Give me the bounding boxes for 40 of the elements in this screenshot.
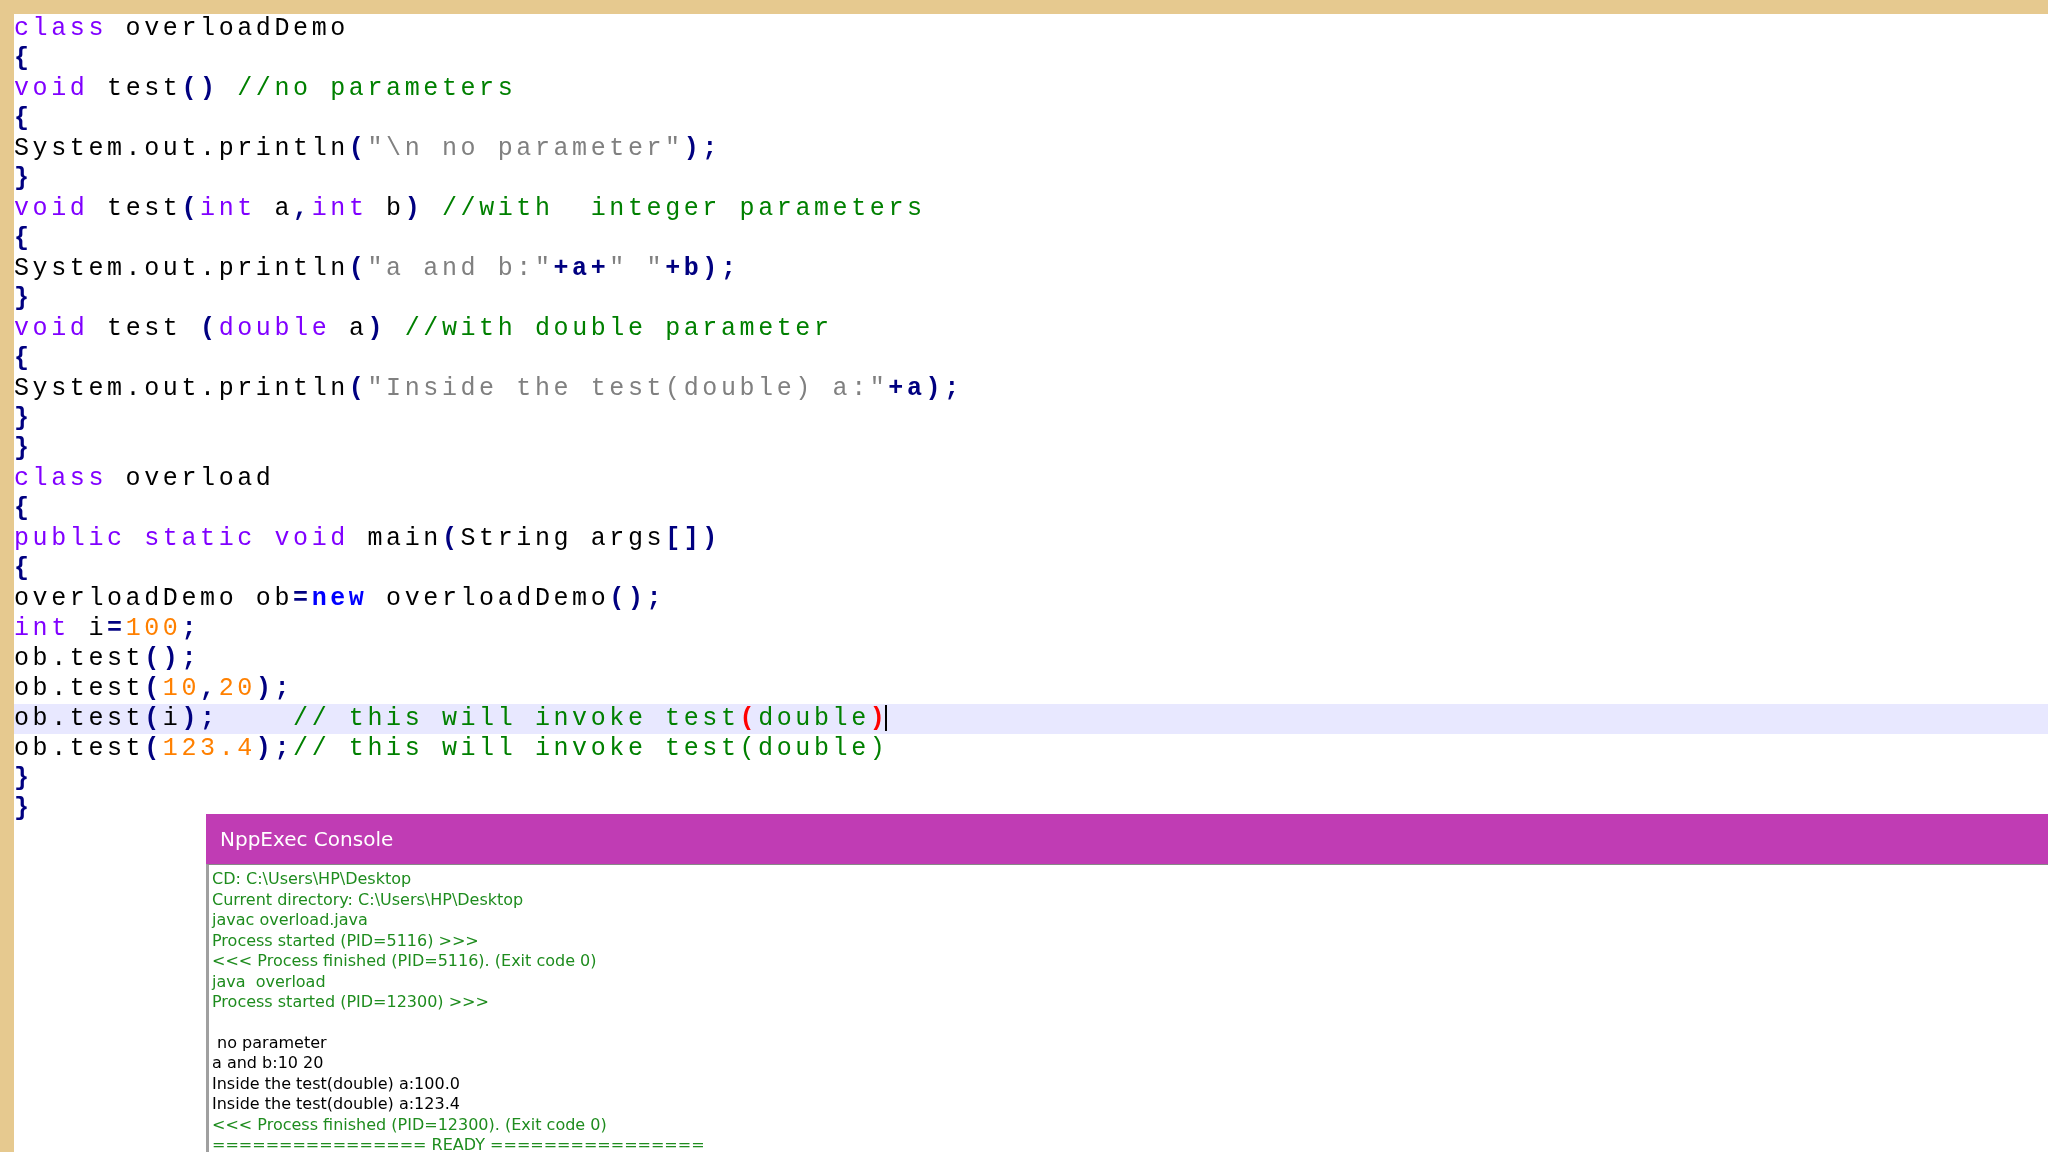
console-line: java overload (212, 971, 327, 992)
code-line: System.out.println("a and b:"+a+" "+b); (14, 254, 741, 284)
code-line: } (14, 764, 34, 794)
code-line: } (14, 284, 34, 314)
code-line: ob.test(123.4);// this will invoke test(double) (14, 734, 890, 764)
code-line: System.out.println("\n no parameter"); (14, 134, 722, 164)
code-line: void test (double a) //with double parameter (14, 314, 834, 344)
code-line: ob.test(10,20); (14, 674, 295, 704)
console-line: Current directory: C:\Users\HP\Desktop (212, 889, 525, 910)
code-line: { (14, 104, 34, 134)
console-line: no parameter (216, 1031, 328, 1053)
code-line: } (14, 794, 34, 824)
code-line: class overloadDemo (14, 14, 350, 44)
code-line: void test() //no parameters (14, 74, 518, 104)
code-line: { (14, 44, 34, 74)
console-line: CD: C:\Users\HP\Desktop (212, 869, 413, 890)
console-line: Process started (PID=12300) >>> (212, 992, 490, 1013)
code-line: { (14, 224, 34, 254)
code-line: int i=100; (14, 614, 202, 644)
code-line: ob.test(); (14, 644, 202, 674)
code-line: } (14, 404, 34, 434)
console-line: javac overload.java (212, 910, 369, 931)
code-line: { (14, 344, 34, 374)
code-line: public static void main(String args[]) (14, 524, 722, 554)
console-title: NppExec Console (220, 827, 394, 851)
console-line: a and b:10 20 (212, 1053, 325, 1074)
console-line: Process started (PID=5116) >>> (212, 930, 480, 951)
code-line: } (14, 164, 34, 194)
console-line: Inside the test(double) a:100.0 (212, 1073, 461, 1094)
code-line: } (14, 434, 34, 464)
code-line: class overload (14, 464, 276, 494)
code-line: { (14, 554, 34, 584)
console-line: ================ READY ================ (212, 1135, 706, 1152)
code-line: overloadDemo ob=new overloadDemo(); (14, 584, 667, 614)
code-line: { (14, 494, 34, 524)
console-line: <<< Process finished (PID=5116). (Exit code 0) (212, 951, 598, 972)
code-line: System.out.println("Inside the test(double) a:"+a); (14, 374, 964, 404)
console-line: <<< Process finished (PID=12300). (Exit code 0) (212, 1114, 608, 1135)
code-line: void test(int a,int b) //with integer parameters (14, 194, 927, 224)
console-line: Inside the test(double) a:123.4 (212, 1094, 461, 1115)
